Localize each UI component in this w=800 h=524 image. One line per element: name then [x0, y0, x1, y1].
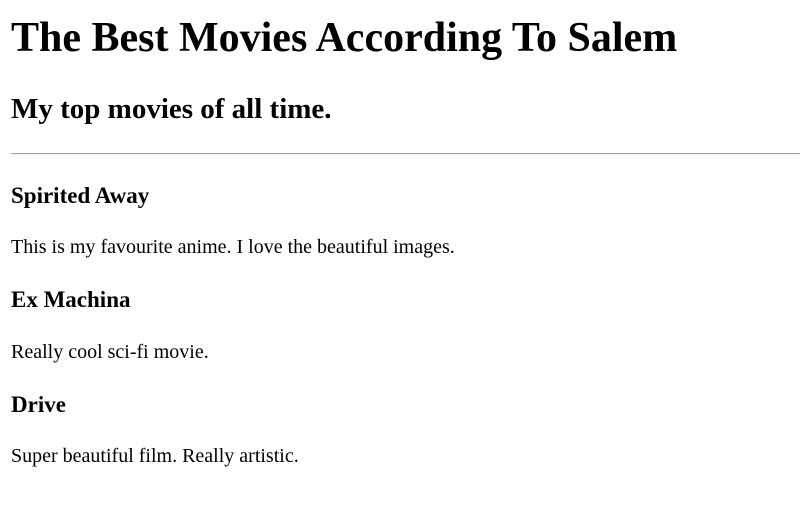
page-title: The Best Movies According To Salem — [11, 15, 678, 61]
page: The Best Movies According To Salem My to… — [0, 0, 800, 524]
movie-description-ex-machina: Really cool sci-fi movie. — [11, 341, 209, 363]
page-subtitle: My top movies of all time. — [11, 93, 332, 125]
movie-title-spirited-away: Spirited Away — [11, 183, 150, 208]
movie-title-drive: Drive — [11, 392, 66, 417]
divider — [11, 153, 800, 155]
movie-description-drive: Super beautiful film. Really artistic. — [11, 445, 299, 467]
movie-description-spirited-away: This is my favourite anime. I love the b… — [11, 236, 455, 258]
movie-title-ex-machina: Ex Machina — [11, 287, 131, 312]
